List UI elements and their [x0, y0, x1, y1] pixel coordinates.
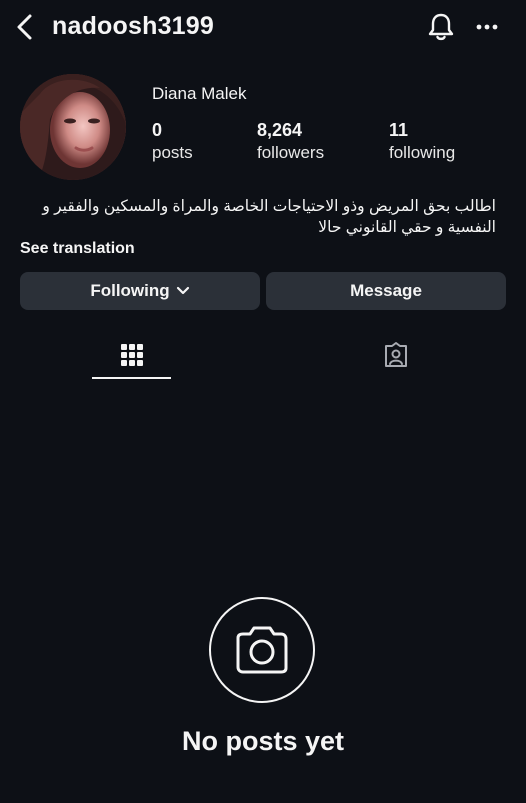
empty-state-title: No posts yet — [181, 726, 345, 756]
avatar-photo — [20, 74, 126, 180]
top-bar: nadoosh3199 — [0, 0, 526, 56]
empty-state-camera — [209, 597, 315, 703]
back-button[interactable] — [12, 10, 38, 44]
followers-count: 8,264 — [257, 120, 303, 140]
profile-avatar[interactable] — [20, 74, 126, 180]
active-tab-indicator — [92, 377, 171, 379]
profile-username: nadoosh3199 — [52, 12, 214, 40]
following-stat[interactable]: 11 following — [389, 118, 455, 164]
chevron-down-icon — [176, 286, 189, 295]
following-count: 11 — [389, 120, 409, 140]
display-name: Diana Malek — [152, 84, 247, 103]
chevron-left-icon — [17, 14, 32, 40]
bio-line-1: اطالب بحق المريض وذو الاحتياجات الخاصة و… — [42, 198, 496, 215]
more-horizontal-icon — [476, 24, 498, 30]
posts-stat[interactable]: 0 posts — [152, 118, 193, 164]
following-button-label: Following — [90, 281, 170, 300]
camera-icon — [236, 626, 288, 674]
see-translation-link[interactable]: See translation — [20, 240, 135, 258]
followers-stat[interactable]: 8,264 followers — [257, 118, 324, 164]
message-button[interactable]: Message — [266, 272, 506, 310]
tab-tagged[interactable] — [356, 330, 435, 380]
bio-line-2: النفسية و حقي القانوني حالا — [318, 219, 496, 236]
message-button-label: Message — [350, 281, 422, 300]
tab-posts-grid[interactable] — [92, 330, 171, 380]
following-button[interactable]: Following — [20, 272, 260, 310]
posts-label: posts — [152, 143, 193, 162]
bell-icon — [428, 13, 454, 41]
following-label: following — [389, 143, 456, 162]
posts-count: 0 — [152, 120, 163, 140]
more-options-button[interactable] — [472, 12, 502, 42]
followers-label: followers — [257, 143, 325, 162]
notifications-button[interactable] — [426, 10, 456, 44]
tagged-person-icon — [384, 342, 407, 367]
grid-icon — [120, 344, 143, 366]
profile-bio: اطالب بحق المريض وذو الاحتياجات الخاصة و… — [20, 196, 496, 238]
